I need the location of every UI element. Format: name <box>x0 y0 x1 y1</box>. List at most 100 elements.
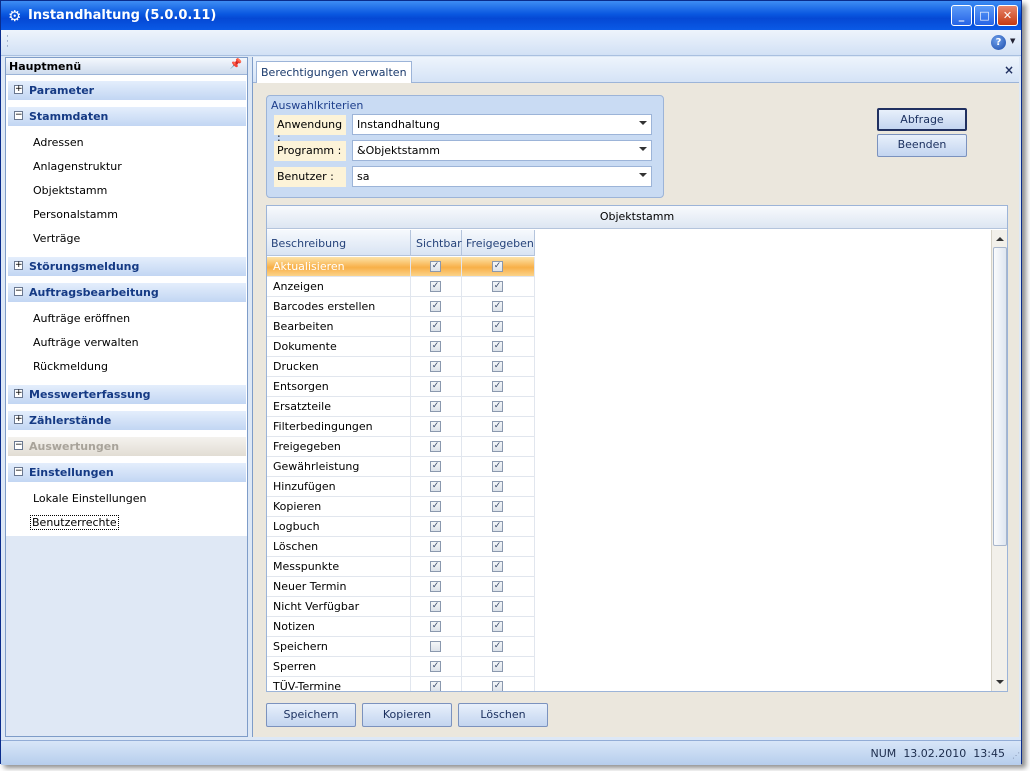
freigegeben-checkbox[interactable]: ✓ <box>492 601 503 612</box>
table-row[interactable]: Freigegeben ✓ ✓ <box>267 437 535 457</box>
sichtbar-checkbox[interactable]: ✓ <box>430 341 441 352</box>
table-row[interactable]: Messpunkte ✓ ✓ <box>267 557 535 577</box>
sichtbar-checkbox[interactable]: ✓ <box>430 301 441 312</box>
sichtbar-checkbox[interactable]: ✓ <box>430 501 441 512</box>
row-beschreibung[interactable]: Freigegeben <box>267 437 411 457</box>
freigegeben-checkbox[interactable]: ✓ <box>492 561 503 572</box>
row-beschreibung[interactable]: Ersatzteile <box>267 397 411 417</box>
freigegeben-checkbox[interactable]: ✓ <box>492 401 503 412</box>
row-beschreibung[interactable]: Gewährleistung <box>267 457 411 477</box>
table-row[interactable]: Sperren ✓ ✓ <box>267 657 535 677</box>
row-beschreibung[interactable]: Messpunkte <box>267 557 411 577</box>
group-einstellungen[interactable]: − Einstellungen <box>8 462 246 482</box>
freigegeben-checkbox[interactable]: ✓ <box>492 321 503 332</box>
row-beschreibung[interactable]: Entsorgen <box>267 377 411 397</box>
sichtbar-checkbox[interactable]: ✓ <box>430 481 441 492</box>
sidebar-item-anlagenstruktur[interactable]: Anlagenstruktur <box>33 160 122 173</box>
freigegeben-checkbox[interactable]: ✓ <box>492 621 503 632</box>
table-row[interactable]: Speichern ✓ <box>267 637 535 657</box>
group-parameter[interactable]: + Parameter <box>8 80 246 100</box>
abfrage-button[interactable]: Abfrage <box>877 108 967 131</box>
table-row[interactable]: Hinzufügen ✓ ✓ <box>267 477 535 497</box>
row-beschreibung[interactable]: Löschen <box>267 537 411 557</box>
sichtbar-checkbox[interactable]: ✓ <box>430 541 441 552</box>
sichtbar-checkbox[interactable]: ✓ <box>430 381 441 392</box>
row-beschreibung[interactable]: Bearbeiten <box>267 317 411 337</box>
freigegeben-checkbox[interactable]: ✓ <box>492 501 503 512</box>
freigegeben-checkbox[interactable]: ✓ <box>492 301 503 312</box>
scroll-down-icon[interactable] <box>996 680 1004 684</box>
sidebar-item-auftraege-verwalten[interactable]: Aufträge verwalten <box>33 336 139 349</box>
maximize-button[interactable]: □ <box>974 5 995 26</box>
row-beschreibung[interactable]: Sperren <box>267 657 411 677</box>
sichtbar-checkbox[interactable]: ✓ <box>430 461 441 472</box>
expand-icon[interactable]: + <box>14 415 23 424</box>
freigegeben-checkbox[interactable]: ✓ <box>492 541 503 552</box>
row-beschreibung[interactable]: TÜV-Termine übernehmen <box>267 677 411 691</box>
sidebar-item-auftraege-eroeffnen[interactable]: Aufträge eröffnen <box>33 312 130 325</box>
sichtbar-checkbox[interactable]: ✓ <box>430 621 441 632</box>
freigegeben-checkbox[interactable]: ✓ <box>492 661 503 672</box>
group-zaehlerstaende[interactable]: + Zählerstände <box>8 410 246 430</box>
sichtbar-checkbox[interactable]: ✓ <box>430 561 441 572</box>
freigegeben-checkbox[interactable]: ✓ <box>492 641 503 652</box>
table-row[interactable]: Entsorgen ✓ ✓ <box>267 377 535 397</box>
freigegeben-checkbox[interactable]: ✓ <box>492 681 503 691</box>
close-button[interactable]: ✕ <box>997 5 1018 26</box>
chevron-down-icon[interactable] <box>639 121 647 125</box>
close-icon[interactable]: × <box>1004 63 1014 77</box>
group-stoerungsmeldung[interactable]: + Störungsmeldung <box>8 256 246 276</box>
sidebar-item-objektstamm[interactable]: Objektstamm <box>33 184 107 197</box>
row-beschreibung[interactable]: Notizen <box>267 617 411 637</box>
table-row[interactable]: Logbuch ✓ ✓ <box>267 517 535 537</box>
row-beschreibung[interactable]: Neuer Termin <box>267 577 411 597</box>
chevron-down-icon[interactable] <box>639 173 647 177</box>
sichtbar-checkbox[interactable]: ✓ <box>430 601 441 612</box>
table-row[interactable]: Dokumente ✓ ✓ <box>267 337 535 357</box>
sichtbar-checkbox[interactable]: ✓ <box>430 581 441 592</box>
sichtbar-checkbox[interactable]: ✓ <box>430 441 441 452</box>
sichtbar-checkbox[interactable]: ✓ <box>430 321 441 332</box>
table-row[interactable]: TÜV-Termine übernehmen ✓ ✓ <box>267 677 535 691</box>
title-bar[interactable]: ⚙ Instandhaltung (5.0.0.11) _ □ ✕ <box>1 1 1021 30</box>
speichern-button[interactable]: Speichern <box>266 703 356 727</box>
vertical-scrollbar[interactable] <box>991 230 1007 691</box>
chevron-down-icon[interactable] <box>639 147 647 151</box>
sidebar-item-adressen[interactable]: Adressen <box>33 136 84 149</box>
row-beschreibung[interactable]: Nicht Verfügbar <box>267 597 411 617</box>
help-icon[interactable]: ? <box>991 35 1006 50</box>
table-row[interactable]: Barcodes erstellen ✓ ✓ <box>267 297 535 317</box>
row-beschreibung[interactable]: Logbuch <box>267 517 411 537</box>
sichtbar-checkbox[interactable]: ✓ <box>430 661 441 672</box>
table-row[interactable]: Bearbeiten ✓ ✓ <box>267 317 535 337</box>
expand-icon[interactable]: + <box>14 85 23 94</box>
row-beschreibung[interactable]: Drucken <box>267 357 411 377</box>
col-freigegeben[interactable]: Freigegeben <box>462 230 535 256</box>
freigegeben-checkbox[interactable]: ✓ <box>492 341 503 352</box>
scroll-thumb[interactable] <box>993 247 1007 546</box>
sichtbar-checkbox[interactable]: ✓ <box>430 361 441 372</box>
sidebar-item-lokale-einstellungen[interactable]: Lokale Einstellungen <box>33 492 146 505</box>
beenden-button[interactable]: Beenden <box>877 134 967 157</box>
table-row[interactable]: Neuer Termin ✓ ✓ <box>267 577 535 597</box>
row-beschreibung[interactable]: Anzeigen <box>267 277 411 297</box>
table-row[interactable]: Notizen ✓ ✓ <box>267 617 535 637</box>
tab-berechtigungen[interactable]: Berechtigungen verwalten <box>256 61 412 83</box>
freigegeben-checkbox[interactable]: ✓ <box>492 481 503 492</box>
col-sichtbar[interactable]: Sichtbar <box>411 230 462 256</box>
sidebar-item-rueckmeldung[interactable]: Rückmeldung <box>33 360 108 373</box>
sichtbar-checkbox[interactable]: ✓ <box>430 681 441 691</box>
table-row[interactable]: Löschen ✓ ✓ <box>267 537 535 557</box>
freigegeben-checkbox[interactable]: ✓ <box>492 361 503 372</box>
anwendung-select[interactable]: Instandhaltung <box>352 114 652 135</box>
programm-select[interactable]: &Objektstamm <box>352 140 652 161</box>
table-row[interactable]: Drucken ✓ ✓ <box>267 357 535 377</box>
sichtbar-checkbox[interactable]: ✓ <box>430 281 441 292</box>
row-beschreibung[interactable]: Hinzufügen <box>267 477 411 497</box>
row-beschreibung[interactable]: Aktualisieren <box>267 257 411 277</box>
table-row[interactable]: Anzeigen ✓ ✓ <box>267 277 535 297</box>
scroll-up-icon[interactable] <box>996 237 1004 241</box>
freigegeben-checkbox[interactable]: ✓ <box>492 461 503 472</box>
sichtbar-checkbox[interactable]: ✓ <box>430 521 441 532</box>
freigegeben-checkbox[interactable]: ✓ <box>492 521 503 532</box>
